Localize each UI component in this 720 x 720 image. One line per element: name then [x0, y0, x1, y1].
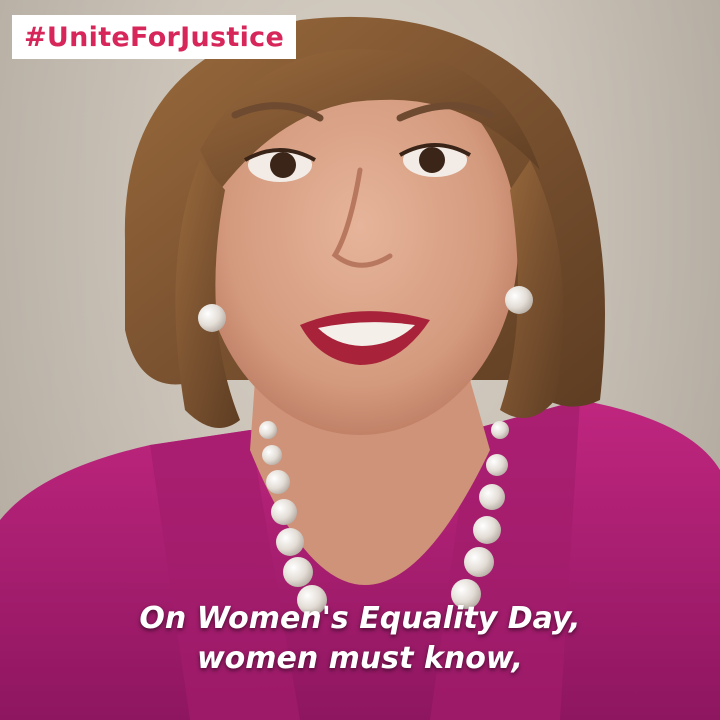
caption-line-2: women must know, — [196, 641, 524, 676]
earring-left — [198, 304, 226, 332]
video-frame: #UniteForJustice On Women's Equality Day… — [0, 0, 720, 720]
hashtag-badge: #UniteForJustice — [12, 15, 297, 59]
earring-right — [505, 286, 533, 314]
caption-line-1: On Women's Equality Day, — [139, 601, 581, 636]
